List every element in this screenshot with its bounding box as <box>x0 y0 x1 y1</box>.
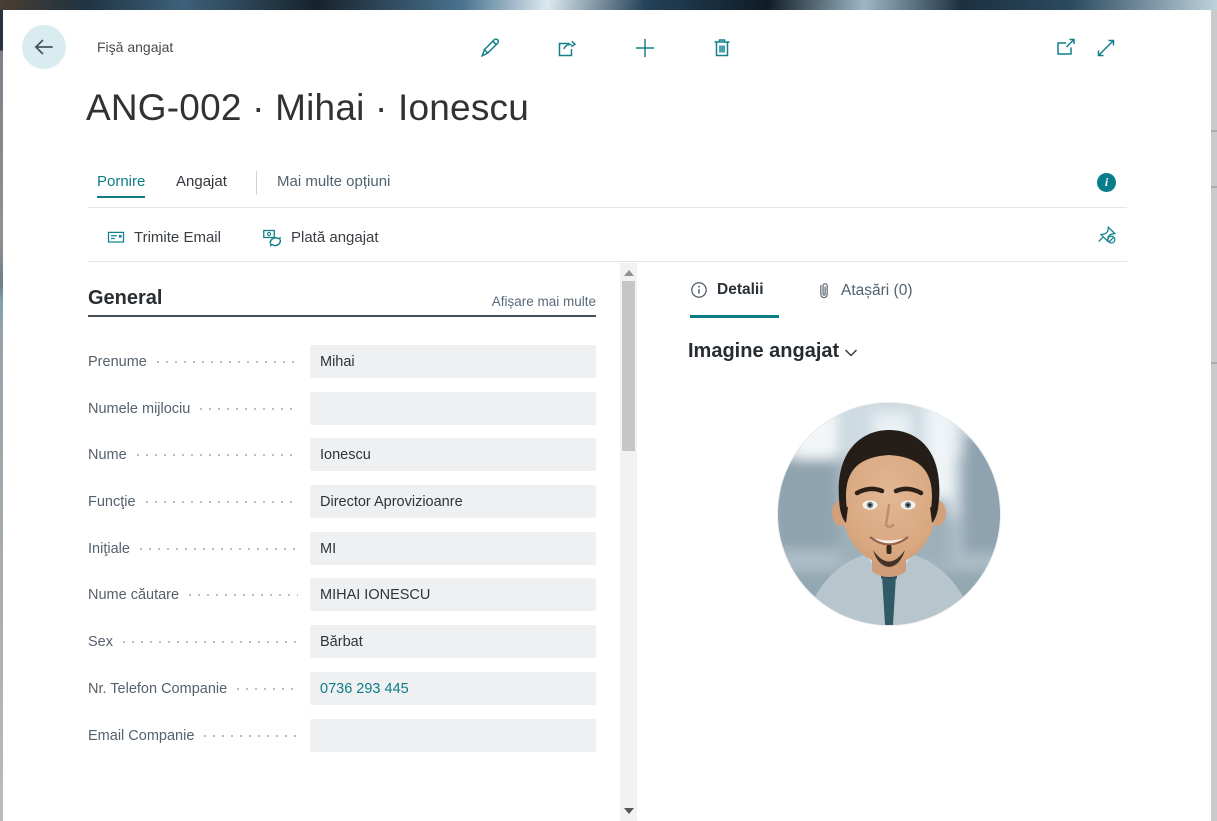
functie-field[interactable]: Director Aprovizioanre <box>310 485 596 518</box>
field-value: Ionescu <box>320 446 371 463</box>
diagonal-expand-icon <box>1097 39 1115 57</box>
paperclip-icon <box>820 283 828 299</box>
nume-field[interactable]: Ionescu <box>310 438 596 471</box>
back-button[interactable] <box>22 25 66 69</box>
dotted-leader <box>189 593 298 596</box>
dotted-leader <box>204 734 298 737</box>
info-outline-icon <box>691 282 707 298</box>
sex-field[interactable]: Bărbat <box>310 625 596 658</box>
browser-scrollbar[interactable] <box>1211 10 1217 821</box>
detalii-tab-underline <box>690 315 779 318</box>
page-caption: Fişă angajat <box>97 39 174 55</box>
menu-divider-line <box>88 207 1127 208</box>
field-row-prenume: Prenume Mihai <box>88 345 596 378</box>
employee-payment-action[interactable]: Plată angajat <box>262 223 379 251</box>
background-photo-banner <box>0 0 1217 10</box>
send-email-label: Trimite Email <box>134 228 221 246</box>
general-heading-rule <box>88 315 596 317</box>
tab-divider <box>256 171 257 195</box>
chevron-down-icon <box>845 349 858 357</box>
field-label: Iniţiale <box>88 540 130 557</box>
dotted-leader <box>136 453 298 456</box>
field-value: MI <box>320 540 337 557</box>
field-label: Funcţie <box>88 493 136 510</box>
pin-slash-icon <box>1098 225 1117 244</box>
popout-icon <box>1057 38 1075 55</box>
page-title: ANG-002 · Mihai · Ionescu <box>86 87 530 128</box>
middle-name-field[interactable] <box>310 392 596 425</box>
trash-icon <box>714 39 730 57</box>
dotted-leader <box>200 407 298 410</box>
scroll-down-icon[interactable] <box>624 808 634 814</box>
field-label: Email Companie <box>88 727 195 744</box>
employee-image-section-heading[interactable]: Imagine angajat <box>688 339 861 363</box>
info-icon[interactable]: i <box>1097 173 1116 192</box>
phone-field[interactable]: 0736 293 445 <box>310 672 596 705</box>
tab-angajat[interactable]: Angajat <box>176 173 227 196</box>
open-in-window-button[interactable] <box>1053 35 1079 61</box>
more-options-menu[interactable]: Mai multe opțiuni <box>277 173 390 190</box>
share-icon <box>558 40 577 57</box>
field-row-initiale: Iniţiale MI <box>88 532 596 565</box>
scroll-up-icon[interactable] <box>624 270 634 276</box>
arrow-left-icon <box>34 39 53 55</box>
field-row-sex: Sex Bărbat <box>88 625 596 658</box>
detalii-tab-label: Detalii <box>717 281 764 298</box>
action-divider-line <box>88 261 1127 262</box>
dotted-leader <box>145 500 298 503</box>
tab-pornire[interactable]: Pornire <box>97 173 146 198</box>
field-row-nume-cautare: Nume căutare MIHAI IONESCU <box>88 578 596 611</box>
delete-button[interactable] <box>709 35 735 61</box>
tab-atasari[interactable]: Atașări (0) <box>816 281 913 300</box>
unpin-button[interactable] <box>1094 222 1120 248</box>
employee-photo[interactable] <box>778 403 1000 625</box>
dotted-leader <box>123 640 298 643</box>
field-label: Nr. Telefon Companie <box>88 680 228 697</box>
field-label: Nume <box>88 446 127 463</box>
field-value: Director Aprovizioanre <box>320 493 463 510</box>
search-name-field[interactable]: MIHAI IONESCU <box>310 578 596 611</box>
dotted-leader <box>139 547 298 550</box>
email-field[interactable] <box>310 719 596 752</box>
dotted-leader <box>237 687 298 690</box>
field-value: MIHAI IONESCU <box>320 586 431 603</box>
atasari-tab-label: Atașări (0) <box>841 281 913 299</box>
share-button[interactable] <box>554 35 580 61</box>
send-email-action[interactable]: Trimite Email <box>106 223 221 251</box>
phone-link[interactable]: 0736 293 445 <box>320 681 409 697</box>
employee-portrait-image <box>778 403 1000 625</box>
field-label: Numele mijlociu <box>88 400 191 417</box>
pencil-icon <box>480 38 499 58</box>
initiale-field[interactable]: MI <box>310 532 596 565</box>
field-row-email: Email Companie <box>88 719 596 752</box>
envelope-icon <box>107 231 125 243</box>
field-label: Nume căutare <box>88 586 180 603</box>
field-label: Sex <box>88 633 113 650</box>
show-more-link[interactable]: Afișare mai multe <box>492 294 596 309</box>
dotted-leader <box>156 360 298 363</box>
banknote-refresh-icon <box>263 229 282 247</box>
new-button[interactable] <box>632 35 658 61</box>
field-row-numele-mijlociu: Numele mijlociu <box>88 392 596 425</box>
tab-detalii[interactable]: Detalii <box>690 281 764 299</box>
field-value: Mihai <box>320 353 355 370</box>
scrollbar-thumb[interactable] <box>622 281 635 451</box>
field-row-nume: Nume Ionescu <box>88 438 596 471</box>
field-label: Prenume <box>88 353 147 370</box>
employee-payment-label: Plată angajat <box>291 228 379 246</box>
edit-button[interactable] <box>477 35 503 61</box>
field-value: Bărbat <box>320 633 363 650</box>
fullscreen-button[interactable] <box>1093 35 1119 61</box>
field-row-telefon: Nr. Telefon Companie 0736 293 445 <box>88 672 596 705</box>
field-row-functie: Funcţie Director Aprovizioanre <box>88 485 596 518</box>
content-scrollbar[interactable] <box>620 263 637 821</box>
employee-image-label: Imagine angajat <box>688 339 840 362</box>
plus-icon <box>636 39 654 57</box>
prenume-field[interactable]: Mihai <box>310 345 596 378</box>
